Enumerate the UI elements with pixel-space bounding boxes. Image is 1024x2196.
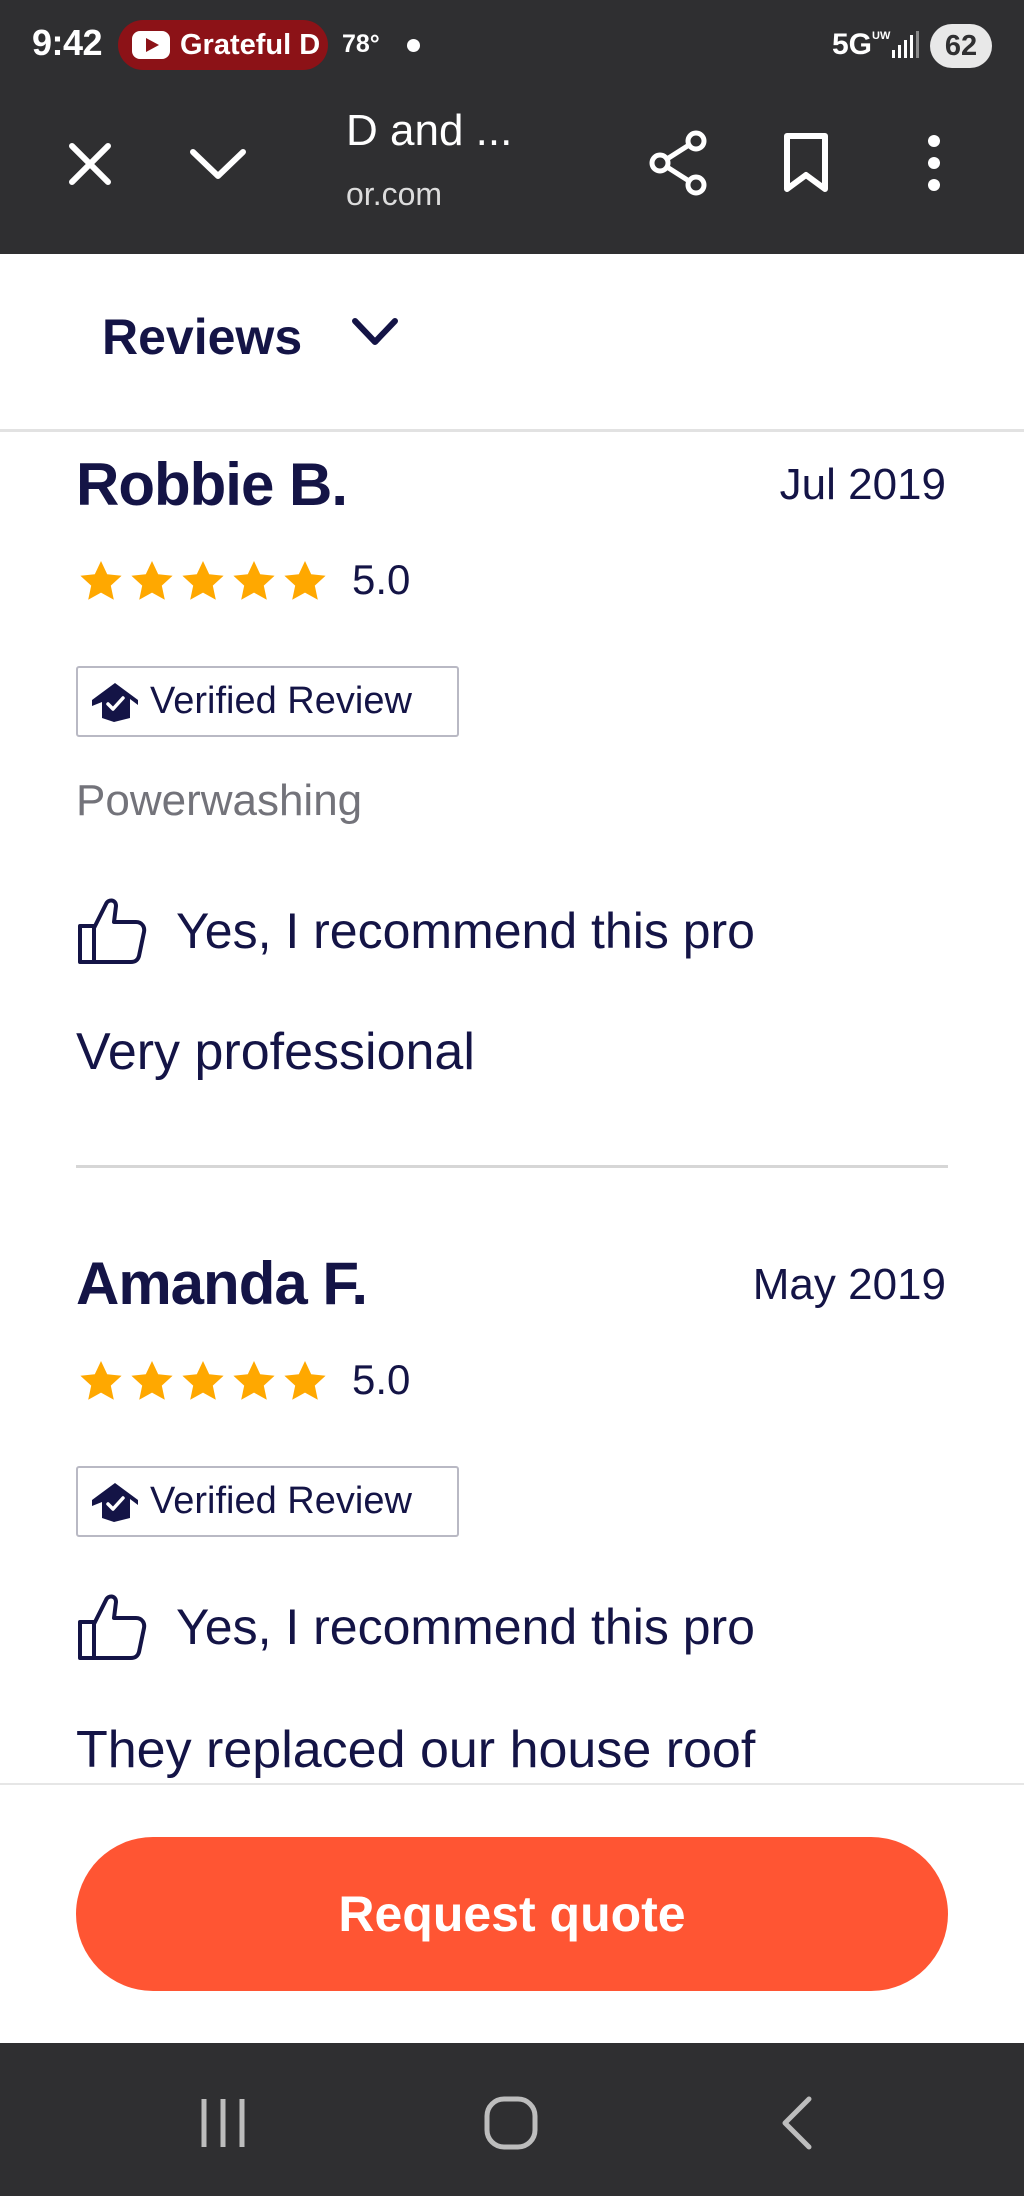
reviewer-name: Amanda F. bbox=[76, 1250, 368, 1317]
signal-strength-icon bbox=[892, 31, 919, 58]
reviews-dropdown-label: Reviews bbox=[102, 309, 303, 365]
request-quote-bar: Request quote bbox=[0, 1783, 1024, 2043]
close-icon[interactable] bbox=[58, 132, 122, 196]
weather-temperature: 78° bbox=[342, 30, 380, 58]
review-text: They replaced our house roof bbox=[76, 1721, 756, 1779]
status-bar: 9:42 Grateful D 78° 5G UW 62 bbox=[0, 0, 1024, 92]
network-subtype: UW bbox=[872, 30, 891, 42]
share-icon[interactable] bbox=[646, 128, 712, 198]
star-rating bbox=[76, 1358, 330, 1406]
verified-review-label: Verified Review bbox=[150, 680, 412, 722]
chevron-down-icon[interactable] bbox=[186, 132, 250, 196]
thumbs-up-icon bbox=[78, 898, 147, 964]
review-date: May 2019 bbox=[752, 1260, 946, 1309]
star-icon bbox=[182, 1361, 224, 1400]
verified-review-badge: Verified Review bbox=[76, 666, 459, 737]
reviews-section-dropdown[interactable]: Reviews bbox=[0, 254, 1024, 432]
bookmark-icon[interactable] bbox=[776, 128, 836, 198]
chevron-down-icon bbox=[350, 316, 400, 353]
star-icon bbox=[80, 1361, 122, 1400]
reviewer-name: Robbie B. bbox=[76, 451, 348, 518]
recommendation: Yes, I recommend this pro bbox=[76, 896, 755, 966]
review-date: Jul 2019 bbox=[779, 460, 946, 509]
media-title: Grateful D bbox=[180, 28, 321, 61]
rating-value: 5.0 bbox=[352, 1356, 411, 1403]
review-text: Very professional bbox=[76, 1023, 475, 1081]
browser-toolbar: D and ... or.com bbox=[0, 92, 1024, 254]
back-icon[interactable] bbox=[756, 2083, 838, 2163]
system-navigation-bar bbox=[0, 2043, 1024, 2196]
thumbs-up-icon bbox=[78, 1594, 147, 1660]
media-notification-pill[interactable]: Grateful D bbox=[118, 20, 328, 70]
star-icon bbox=[284, 1361, 326, 1400]
rating-value: 5.0 bbox=[352, 556, 411, 603]
home-icon[interactable] bbox=[470, 2083, 552, 2163]
youtube-icon bbox=[132, 31, 170, 59]
more-options-icon[interactable] bbox=[904, 128, 964, 198]
battery-indicator: 62 bbox=[930, 24, 992, 68]
notification-dot-icon bbox=[407, 39, 420, 52]
star-icon bbox=[233, 1361, 275, 1400]
star-icon bbox=[80, 561, 122, 600]
verified-house-icon bbox=[92, 682, 138, 722]
verified-review-badge: Verified Review bbox=[76, 1466, 459, 1537]
recommendation: Yes, I recommend this pro bbox=[76, 1592, 755, 1662]
star-icon bbox=[284, 561, 326, 600]
review-divider bbox=[76, 1165, 948, 1168]
star-icon bbox=[182, 561, 224, 600]
page-title: D and ... bbox=[346, 106, 513, 155]
star-icon bbox=[233, 561, 275, 600]
network-type: 5G bbox=[832, 28, 873, 61]
request-quote-button[interactable]: Request quote bbox=[76, 1837, 948, 1991]
status-time: 9:42 bbox=[32, 22, 103, 63]
verified-house-icon bbox=[92, 1482, 138, 1522]
verified-review-label: Verified Review bbox=[150, 1480, 412, 1522]
recent-apps-icon[interactable] bbox=[182, 2083, 264, 2163]
recommend-text: Yes, I recommend this pro bbox=[176, 1599, 755, 1655]
recommend-text: Yes, I recommend this pro bbox=[176, 903, 755, 959]
star-icon bbox=[131, 561, 173, 600]
review-category: Powerwashing bbox=[76, 776, 363, 825]
star-rating bbox=[76, 558, 330, 606]
page-url: or.com bbox=[346, 176, 443, 212]
star-icon bbox=[131, 1361, 173, 1400]
